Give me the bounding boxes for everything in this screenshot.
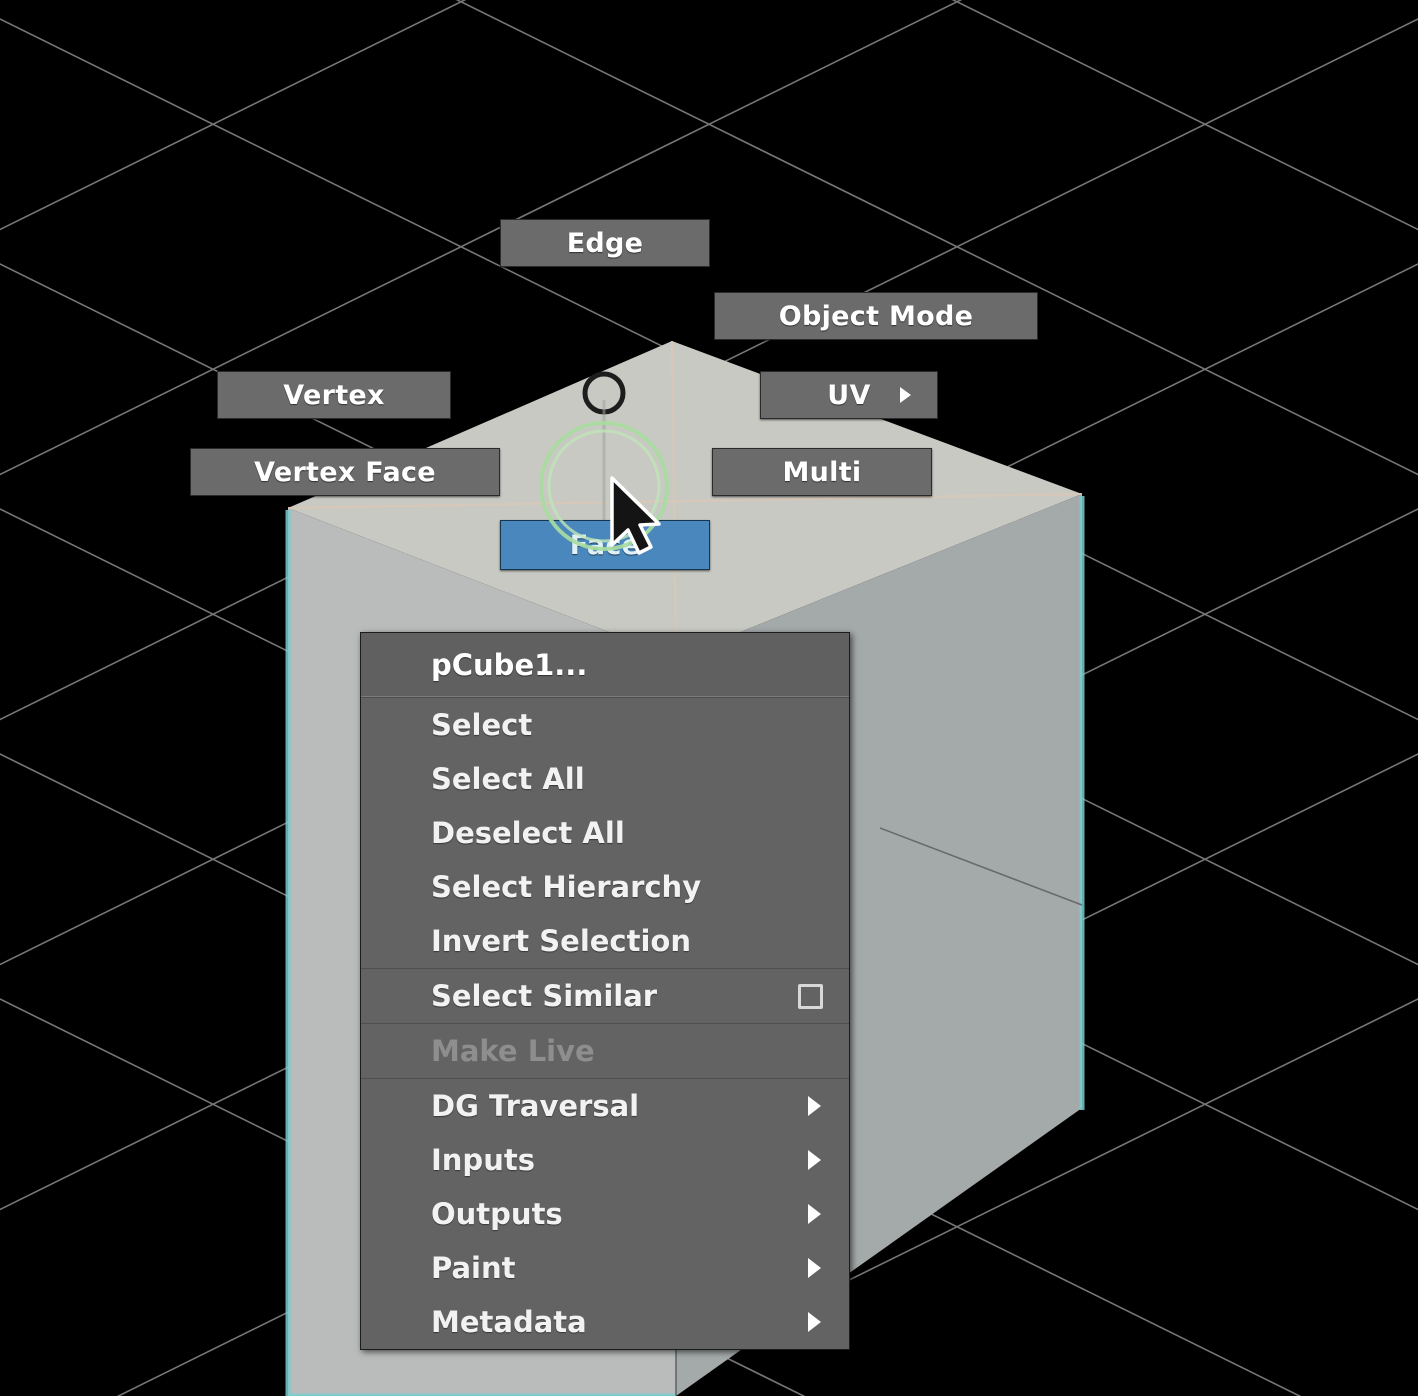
menu-item-paint[interactable]: Paint (361, 1241, 849, 1295)
chevron-right-icon (808, 1150, 821, 1170)
menu-item-deselect-all[interactable]: Deselect All (361, 806, 849, 860)
chevron-right-icon (808, 1258, 821, 1278)
chevron-right-icon (900, 387, 911, 403)
menu-item-label: Select Hierarchy (431, 870, 702, 904)
menu-item-select-similar[interactable]: Select Similar (361, 969, 849, 1023)
menu-item-outputs[interactable]: Outputs (361, 1187, 849, 1241)
marking-menu-item-multi[interactable]: Multi (712, 448, 932, 496)
menu-item-label: DG Traversal (431, 1089, 640, 1123)
menu-item-select-all[interactable]: Select All (361, 752, 849, 806)
marking-menu-item-face[interactable]: Face (500, 520, 710, 570)
chevron-right-icon (808, 1096, 821, 1116)
option-box-icon[interactable] (798, 983, 823, 1009)
marking-menu-label: Face (569, 529, 641, 561)
marking-menu-label: Vertex (283, 379, 385, 411)
menu-item-label: Invert Selection (431, 924, 691, 958)
marking-menu-label: Edge (566, 227, 644, 259)
chevron-right-icon (808, 1312, 821, 1332)
menu-item-label: Paint (431, 1251, 516, 1285)
menu-item-metadata[interactable]: Metadata (361, 1295, 849, 1349)
menu-item-label: Inputs (431, 1143, 535, 1177)
maya-viewport[interactable]: Edge Object Mode Vertex UV Vertex Face M… (0, 0, 1418, 1396)
marking-menu-item-object-mode[interactable]: Object Mode (714, 292, 1038, 340)
marking-menu-item-vertex[interactable]: Vertex (217, 371, 451, 419)
menu-item-label: Metadata (431, 1305, 587, 1339)
menu-item-select[interactable]: Select (361, 698, 849, 752)
menu-item-dg-traversal[interactable]: DG Traversal (361, 1079, 849, 1133)
menu-item-label: Select All (431, 762, 585, 796)
marking-menu-item-uv[interactable]: UV (760, 371, 938, 419)
context-menu-header: pCube1... (361, 633, 849, 697)
menu-item-make-live: Make Live (361, 1024, 849, 1078)
menu-item-label: Select (431, 708, 533, 742)
menu-item-label: Make Live (431, 1034, 595, 1068)
marking-menu-label: Object Mode (778, 300, 974, 332)
menu-item-select-hierarchy[interactable]: Select Hierarchy (361, 860, 849, 914)
menu-item-inputs[interactable]: Inputs (361, 1133, 849, 1187)
context-menu[interactable]: pCube1... Select Select All Deselect All… (360, 632, 850, 1350)
menu-item-label: Select Similar (431, 979, 658, 1013)
marking-menu-label: Multi (782, 456, 862, 488)
menu-item-label: Deselect All (431, 816, 625, 850)
marking-menu-label: UV (827, 379, 871, 411)
marking-menu-origin-dot (582, 371, 626, 415)
marking-menu-item-vertex-face[interactable]: Vertex Face (190, 448, 500, 496)
marking-menu-label: Vertex Face (254, 456, 436, 488)
marking-menu-item-edge[interactable]: Edge (500, 219, 710, 267)
menu-item-label: Outputs (431, 1197, 563, 1231)
chevron-right-icon (808, 1204, 821, 1224)
menu-item-invert-selection[interactable]: Invert Selection (361, 914, 849, 968)
